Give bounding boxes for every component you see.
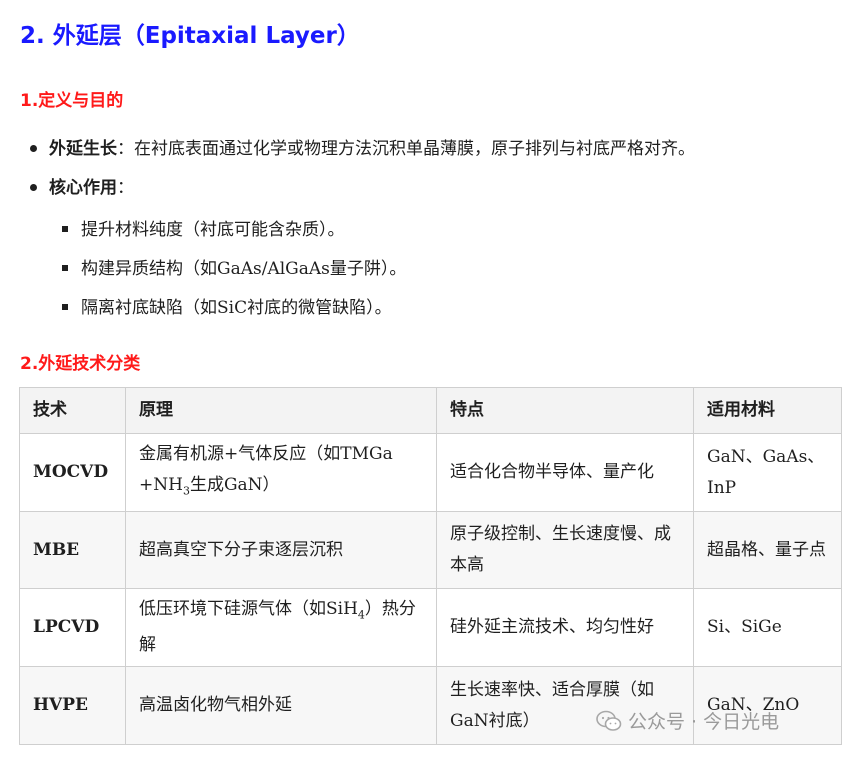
sub-bullet-heterostructure: 构建异质结构（如GaAs/AlGaAs量子阱）。 [62,257,406,281]
table-row: MBE 超高真空下分子束逐层沉积 原子级控制、生长速度慢、成本高 超晶格、量子点 [19,511,842,589]
header-technique: 技术 [19,387,126,434]
cell-technique: HVPE [19,666,126,745]
cell-principle: 金属有机源+气体反应（如TMGa +NH3生成GaN） [125,433,437,512]
cell-technique: LPCVD [19,588,126,667]
bullet-dot-icon [30,144,37,152]
bullet-dot-icon [30,183,37,191]
table-row: LPCVD 低压环境下硅源气体（如SiH4）热分解 硅外延主流技术、均匀性好 S… [19,588,842,667]
cell-technique: MOCVD [19,433,126,512]
sub-bullet-text: 提升材料纯度（衬底可能含杂质）。 [81,220,345,240]
square-bullet-icon [62,226,68,232]
wechat-watermark: 公众号 · 今日光电 [596,707,779,734]
section2-title: 2.外延技术分类 [20,354,141,374]
sub-bullet-text: 构建异质结构（如GaAs/AlGaAs量子阱）。 [81,259,407,279]
bullet-sep: ： [117,139,134,159]
bullet-epitaxial-growth: 外延生长：在衬底表面通过化学或物理方法沉积单晶薄膜，原子排列与衬底严格对齐。 [30,137,695,161]
square-bullet-icon [62,265,68,271]
bullet-core-role: 核心作用： [30,176,134,200]
cell-features: 适合化合物半导体、量产化 [436,433,694,512]
bullet-term: 外延生长 [49,139,117,159]
section1-title: 1.定义与目的 [20,91,124,111]
bullet-term: 核心作用 [49,178,117,198]
table-header-row: 技术 原理 特点 适用材料 [19,387,842,434]
watermark-text: 公众号 · 今日光电 [628,711,780,733]
wechat-icon [596,710,622,731]
page-heading: 2. 外延层（Epitaxial Layer） [20,23,360,49]
header-materials: 适用材料 [693,387,842,434]
sub-bullet-defect-isolation: 隔离衬底缺陷（如SiC衬底的微管缺陷）。 [62,296,392,320]
cell-technique: MBE [19,511,126,589]
bullet-text: 在衬底表面通过化学或物理方法沉积单晶薄膜，原子排列与衬底严格对齐。 [134,139,695,159]
cell-materials: GaN、GaAs、InP [693,433,842,512]
cell-features: 硅外延主流技术、均匀性好 [436,588,694,667]
cell-materials: 超晶格、量子点 [693,511,842,589]
table-row: MOCVD 金属有机源+气体反应（如TMGa +NH3生成GaN） 适合化合物半… [19,433,842,512]
header-principle: 原理 [125,387,437,434]
cell-features: 原子级控制、生长速度慢、成本高 [436,511,694,589]
header-features: 特点 [436,387,694,434]
cell-principle: 低压环境下硅源气体（如SiH4）热分解 [125,588,437,667]
sub-bullet-purity: 提升材料纯度（衬底可能含杂质）。 [62,218,345,242]
cell-principle: 高温卤化物气相外延 [125,666,437,745]
cell-materials: Si、SiGe [693,588,842,667]
cell-principle: 超高真空下分子束逐层沉积 [125,511,437,589]
bullet-sep: ： [117,178,134,198]
epitaxy-technique-table: 技术 原理 特点 适用材料 MOCVD 金属有机源+气体反应（如TMGa +NH… [19,387,842,745]
square-bullet-icon [62,304,68,310]
sub-bullet-text: 隔离衬底缺陷（如SiC衬底的微管缺陷）。 [81,298,392,318]
